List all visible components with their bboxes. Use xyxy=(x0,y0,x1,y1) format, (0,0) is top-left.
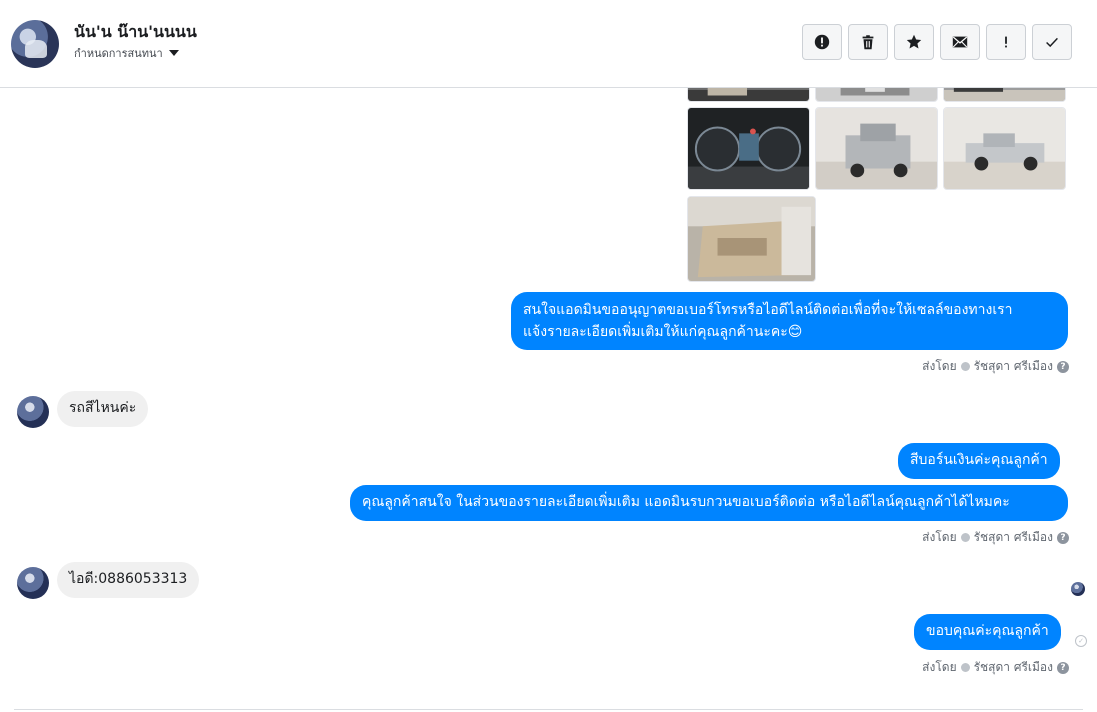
caret-down-icon xyxy=(168,50,179,56)
important-button[interactable] xyxy=(986,24,1026,60)
car-photo-door[interactable] xyxy=(687,196,816,282)
message-text: คุณลูกค้าสนใจ ในส่วนของรายละเอียดเพิ่มเต… xyxy=(362,494,1010,510)
conversation-header: นัน'น น๊าน'นนนน กำหนดการสนทนา xyxy=(0,0,1097,88)
message-text: รถสีไหนค่ะ xyxy=(69,400,137,416)
car-photo-side[interactable] xyxy=(943,107,1066,190)
sent-check-icon: ✓ xyxy=(1075,635,1087,647)
sent-by-info: ส่งโดย รัชสุดา ศรีเมือง ? xyxy=(922,528,1069,547)
delete-button[interactable] xyxy=(848,24,888,60)
star-icon xyxy=(906,34,922,49)
exclamation-circle-icon xyxy=(814,34,830,50)
trash-icon xyxy=(862,35,874,50)
seen-avatar xyxy=(1071,582,1085,596)
sent-by-label: ส่งโดย xyxy=(922,530,957,544)
outgoing-message[interactable]: สนใจแอดมินขออนุญาตขอเบอร์โทรหรือไอดีไลน์… xyxy=(511,292,1068,350)
car-photo[interactable] xyxy=(687,88,810,102)
sent-by-info: ส่งโดย รัชสุดา ศรีเมือง ? xyxy=(922,658,1069,677)
conversation-settings-label: กำหนดการสนทนา xyxy=(74,47,163,60)
verified-icon xyxy=(960,663,970,672)
outgoing-message[interactable]: ขอบคุณค่ะคุณลูกค้า xyxy=(914,614,1061,650)
verified-icon xyxy=(960,362,970,371)
contact-name[interactable]: นัน'น น๊าน'นนนน xyxy=(74,20,197,45)
envelope-icon xyxy=(952,36,968,48)
sent-by-label: ส่งโดย xyxy=(922,359,957,373)
sent-by-agent[interactable]: รัชสุดา ศรีเมือง xyxy=(974,357,1053,376)
mark-unread-button[interactable] xyxy=(940,24,980,60)
conversation-settings[interactable]: กำหนดการสนทนา xyxy=(74,44,179,62)
composer-divider xyxy=(14,709,1083,710)
mark-done-button[interactable] xyxy=(1032,24,1072,60)
contact-avatar[interactable] xyxy=(17,396,49,428)
action-toolbar xyxy=(802,24,1072,60)
sent-by-info: ส่งโดย รัชสุดา ศรีเมือง ? xyxy=(922,357,1069,376)
verified-icon xyxy=(960,533,970,542)
sent-by-label: ส่งโดย xyxy=(922,660,957,674)
help-icon[interactable]: ? xyxy=(1057,661,1069,674)
message-text: ไอดี:0886053313 xyxy=(69,571,188,587)
message-text: แจ้งรายละเอียดเพิ่มเติมให้แก่คุณลูกค้านะ… xyxy=(523,324,803,340)
car-photo[interactable] xyxy=(943,88,1066,102)
outgoing-message[interactable]: สีบอร์นเงินค่ะคุณลูกค้า xyxy=(898,443,1060,479)
sent-by-agent[interactable]: รัชสุดา ศรีเมือง xyxy=(974,528,1053,547)
incoming-message[interactable]: รถสีไหนค่ะ xyxy=(57,391,149,427)
contact-avatar[interactable] xyxy=(11,20,59,68)
car-photo[interactable] xyxy=(815,88,938,102)
report-button[interactable] xyxy=(802,24,842,60)
message-text: ขอบคุณค่ะคุณลูกค้า xyxy=(926,623,1049,639)
message-text: สนใจแอดมินขออนุญาตขอเบอร์โทรหรือไอดีไลน์… xyxy=(523,302,1013,318)
star-button[interactable] xyxy=(894,24,934,60)
help-icon[interactable]: ? xyxy=(1057,531,1069,544)
message-thread[interactable]: สนใจแอดมินขออนุญาตขอเบอร์โทรหรือไอดีไลน์… xyxy=(0,88,1097,712)
contact-avatar[interactable] xyxy=(17,567,49,599)
message-text: สีบอร์นเงินค่ะคุณลูกค้า xyxy=(910,452,1048,468)
car-photo-rear[interactable] xyxy=(815,107,938,190)
sent-by-agent[interactable]: รัชสุดา ศรีเมือง xyxy=(974,658,1053,677)
check-icon xyxy=(1046,37,1058,48)
exclamation-icon xyxy=(1005,36,1007,48)
outgoing-message[interactable]: คุณลูกค้าสนใจ ในส่วนของรายละเอียดเพิ่มเต… xyxy=(350,485,1068,521)
car-photo-dashboard[interactable] xyxy=(687,107,810,190)
incoming-message[interactable]: ไอดี:0886053313 xyxy=(57,562,200,598)
help-icon[interactable]: ? xyxy=(1057,360,1069,373)
